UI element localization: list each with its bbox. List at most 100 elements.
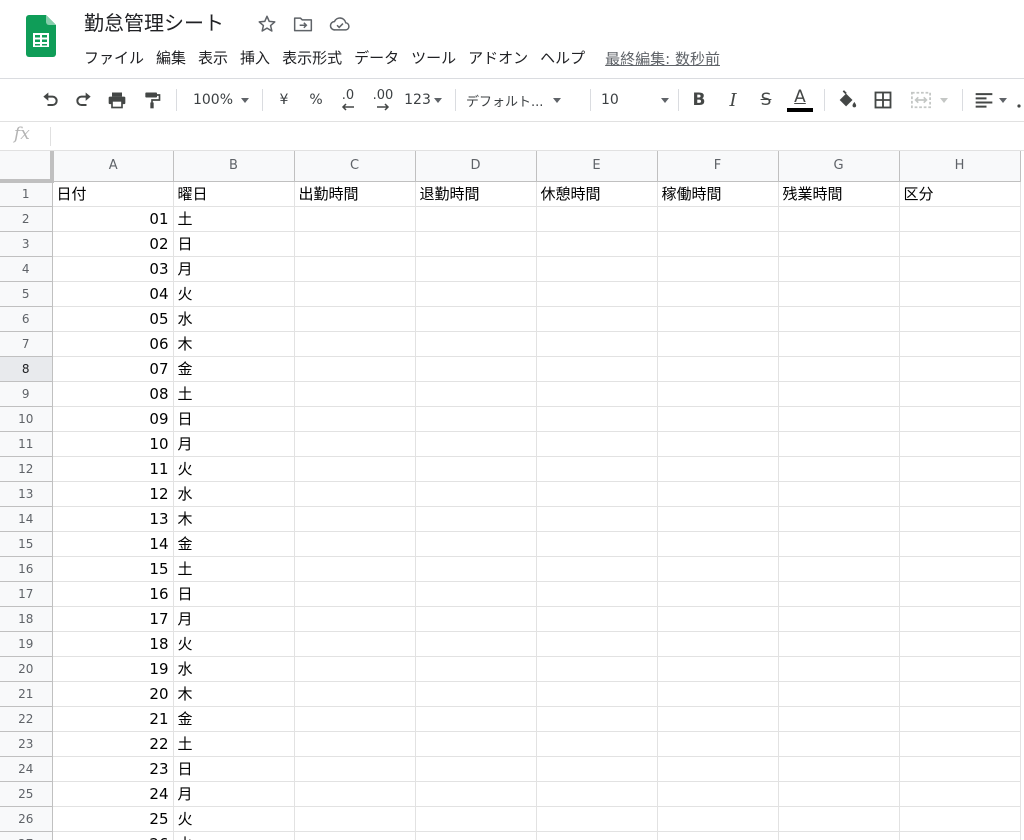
- header-cell[interactable]: 残業時間: [778, 181, 900, 207]
- header-cell[interactable]: 日付: [52, 181, 174, 207]
- weekday-cell[interactable]: 火: [173, 806, 295, 832]
- empty-cell[interactable]: [657, 656, 779, 682]
- weekday-cell[interactable]: 金: [173, 531, 295, 557]
- empty-cell[interactable]: [778, 681, 900, 707]
- empty-cell[interactable]: [415, 831, 537, 840]
- menu-view[interactable]: 表示: [192, 46, 234, 70]
- decrease-decimal-button[interactable]: .0: [336, 79, 360, 121]
- empty-cell[interactable]: [778, 431, 900, 457]
- bold-button[interactable]: B: [688, 79, 710, 121]
- empty-cell[interactable]: [657, 556, 779, 582]
- date-cell[interactable]: 06: [52, 331, 174, 357]
- empty-cell[interactable]: [899, 731, 1021, 757]
- empty-cell[interactable]: [657, 356, 779, 382]
- currency-format-button[interactable]: ¥: [274, 79, 294, 121]
- empty-cell[interactable]: [536, 606, 658, 632]
- empty-cell[interactable]: [415, 806, 537, 832]
- menu-edit[interactable]: 編集: [150, 46, 192, 70]
- empty-cell[interactable]: [294, 281, 416, 307]
- move-to-folder-icon[interactable]: [292, 13, 314, 35]
- empty-cell[interactable]: [778, 406, 900, 432]
- empty-cell[interactable]: [899, 306, 1021, 332]
- row-header[interactable]: 2: [0, 206, 53, 232]
- column-header-e[interactable]: E: [536, 151, 658, 182]
- empty-cell[interactable]: [536, 706, 658, 732]
- empty-cell[interactable]: [294, 806, 416, 832]
- date-cell[interactable]: 21: [52, 706, 174, 732]
- row-header[interactable]: 17: [0, 581, 53, 607]
- empty-cell[interactable]: [657, 581, 779, 607]
- percent-format-button[interactable]: %: [306, 79, 326, 121]
- date-cell[interactable]: 07: [52, 356, 174, 382]
- empty-cell[interactable]: [778, 731, 900, 757]
- empty-cell[interactable]: [778, 206, 900, 232]
- header-cell[interactable]: 稼働時間: [657, 181, 779, 207]
- date-cell[interactable]: 11: [52, 456, 174, 482]
- weekday-cell[interactable]: 日: [173, 231, 295, 257]
- row-header[interactable]: 1: [0, 181, 53, 207]
- empty-cell[interactable]: [657, 206, 779, 232]
- menu-help[interactable]: ヘルプ: [534, 46, 591, 70]
- empty-cell[interactable]: [778, 456, 900, 482]
- empty-cell[interactable]: [899, 206, 1021, 232]
- weekday-cell[interactable]: 月: [173, 431, 295, 457]
- weekday-cell[interactable]: 月: [173, 256, 295, 282]
- weekday-cell[interactable]: 金: [173, 356, 295, 382]
- row-header[interactable]: 26: [0, 806, 53, 832]
- empty-cell[interactable]: [778, 481, 900, 507]
- empty-cell[interactable]: [657, 256, 779, 282]
- empty-cell[interactable]: [294, 206, 416, 232]
- date-cell[interactable]: 02: [52, 231, 174, 257]
- menu-addons[interactable]: アドオン: [462, 46, 534, 70]
- empty-cell[interactable]: [294, 231, 416, 257]
- empty-cell[interactable]: [778, 806, 900, 832]
- weekday-cell[interactable]: 月: [173, 781, 295, 807]
- empty-cell[interactable]: [415, 581, 537, 607]
- weekday-cell[interactable]: 土: [173, 206, 295, 232]
- row-header[interactable]: 5: [0, 281, 53, 307]
- undo-icon[interactable]: [38, 79, 62, 121]
- empty-cell[interactable]: [294, 306, 416, 332]
- menu-insert[interactable]: 挿入: [234, 46, 276, 70]
- empty-cell[interactable]: [657, 681, 779, 707]
- empty-cell[interactable]: [657, 456, 779, 482]
- row-header[interactable]: 19: [0, 631, 53, 657]
- empty-cell[interactable]: [657, 756, 779, 782]
- empty-cell[interactable]: [657, 381, 779, 407]
- empty-cell[interactable]: [657, 506, 779, 532]
- empty-cell[interactable]: [899, 431, 1021, 457]
- empty-cell[interactable]: [536, 456, 658, 482]
- italic-button[interactable]: I: [722, 79, 744, 121]
- empty-cell[interactable]: [294, 531, 416, 557]
- select-all-corner[interactable]: [0, 151, 54, 183]
- more-formats-select[interactable]: 123: [403, 79, 443, 121]
- empty-cell[interactable]: [899, 231, 1021, 257]
- weekday-cell[interactable]: 水: [173, 656, 295, 682]
- empty-cell[interactable]: [778, 281, 900, 307]
- date-cell[interactable]: 14: [52, 531, 174, 557]
- empty-cell[interactable]: [657, 606, 779, 632]
- empty-cell[interactable]: [657, 331, 779, 357]
- empty-cell[interactable]: [294, 406, 416, 432]
- empty-cell[interactable]: [294, 581, 416, 607]
- row-header[interactable]: 10: [0, 406, 53, 432]
- weekday-cell[interactable]: 金: [173, 706, 295, 732]
- sheets-logo-icon[interactable]: [26, 15, 56, 57]
- empty-cell[interactable]: [899, 281, 1021, 307]
- empty-cell[interactable]: [899, 781, 1021, 807]
- empty-cell[interactable]: [899, 381, 1021, 407]
- date-cell[interactable]: 25: [52, 806, 174, 832]
- empty-cell[interactable]: [657, 806, 779, 832]
- empty-cell[interactable]: [294, 781, 416, 807]
- empty-cell[interactable]: [536, 581, 658, 607]
- empty-cell[interactable]: [899, 806, 1021, 832]
- empty-cell[interactable]: [294, 606, 416, 632]
- column-header-d[interactable]: D: [415, 151, 537, 182]
- empty-cell[interactable]: [415, 531, 537, 557]
- empty-cell[interactable]: [778, 531, 900, 557]
- header-cell[interactable]: 休憩時間: [536, 181, 658, 207]
- empty-cell[interactable]: [899, 406, 1021, 432]
- weekday-cell[interactable]: 月: [173, 606, 295, 632]
- more-toolbar-icon[interactable]: [1014, 79, 1024, 121]
- row-header[interactable]: 14: [0, 506, 53, 532]
